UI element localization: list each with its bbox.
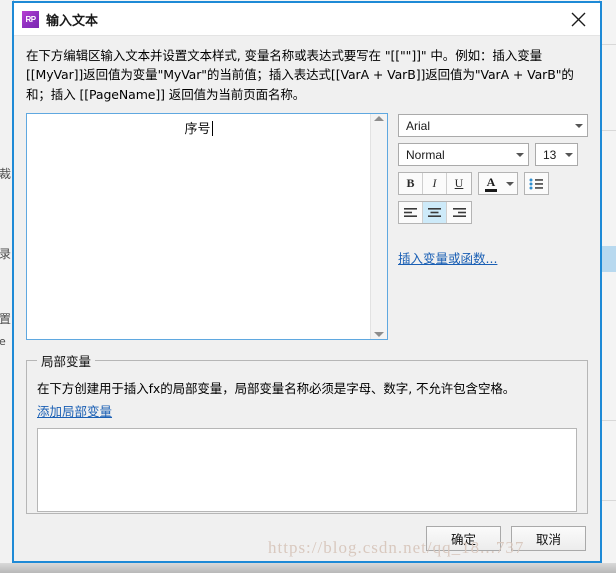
italic-label: I — [432, 176, 437, 191]
background-ghost-char: 录 — [0, 247, 12, 261]
dialog-footer: 确定 取消 — [14, 515, 600, 561]
font-family-row: Arial — [398, 114, 588, 138]
text-caret — [211, 121, 213, 137]
font-style-value: Normal — [406, 147, 445, 162]
font-color-glyph: A — [486, 174, 496, 189]
close-icon[interactable] — [556, 4, 600, 35]
align-right-button[interactable] — [447, 202, 471, 224]
local-variables-list[interactable] — [37, 428, 577, 513]
dialog-description: 在下方编辑区输入文本并设置文本样式, 变量名称或表达式要写在 "[[""]]" … — [26, 48, 574, 102]
add-local-variable-link[interactable]: 添加局部变量 — [37, 404, 112, 419]
editor-and-toolbox-row: 序号 Arial Normal 13 B I U A 插入变量或函数... — [26, 113, 588, 341]
text-editor-input[interactable]: 序号 — [27, 114, 370, 339]
align-center-button[interactable] — [423, 202, 447, 224]
dialog-body: 在下方编辑区输入文本并设置文本样式, 变量名称或表达式要写在 "[[""]]" … — [14, 36, 600, 561]
cancel-button[interactable]: 取消 — [511, 525, 586, 551]
font-color-swatch — [485, 188, 497, 192]
dialog-titlebar: RP 输入文本 — [14, 3, 600, 36]
formatting-toolbox: Arial Normal 13 B I U A 插入变量或函数... — [398, 113, 588, 268]
italic-button[interactable]: I — [423, 173, 447, 195]
font-size-value: 13 — [543, 147, 557, 162]
app-icon-label: RP — [25, 14, 36, 24]
align-right-icon — [452, 208, 466, 218]
background-selected-row — [600, 246, 616, 272]
underline-button[interactable]: U — [447, 173, 471, 195]
local-variables-description: 在下方创建用于插入fx的局部变量，局部变量名称必须是字母、数字, 不允许包含空格… — [37, 381, 516, 397]
font-style-select[interactable]: Normal — [398, 143, 529, 167]
align-left-button[interactable] — [399, 202, 423, 224]
background-ghost-char: 置 — [0, 312, 12, 326]
font-style-size-row: Normal 13 — [398, 143, 588, 167]
align-center-icon — [428, 208, 441, 218]
underline-label: U — [454, 176, 464, 191]
axure-rp-app-icon: RP — [22, 10, 39, 28]
font-family-select[interactable]: Arial — [398, 114, 588, 138]
chevron-down-icon — [565, 152, 573, 157]
bold-button[interactable]: B — [399, 173, 423, 195]
background-ghost-char: 裁 — [0, 167, 12, 181]
background-bottom-shadow — [0, 563, 616, 573]
bold-italic-underline-group: B I U — [398, 172, 472, 196]
text-alignment-row — [398, 201, 588, 225]
scroll-up-icon[interactable] — [374, 116, 384, 122]
insert-variable-or-function-link[interactable]: 插入变量或函数... — [398, 248, 497, 267]
alignment-group — [398, 201, 472, 225]
editor-text-content: 序号 — [184, 122, 211, 138]
chevron-down-icon — [506, 181, 514, 186]
text-style-row: B I U A — [398, 172, 588, 196]
font-family-value: Arial — [406, 118, 431, 133]
font-color-button[interactable]: A — [478, 172, 518, 196]
font-size-select[interactable]: 13 — [535, 143, 578, 167]
dialog-title: 输入文本 — [46, 13, 99, 29]
bullet-list-button[interactable] — [524, 172, 549, 196]
chevron-down-icon — [516, 152, 524, 157]
rich-text-editor[interactable]: 序号 — [26, 113, 388, 341]
scroll-down-icon[interactable] — [374, 332, 384, 338]
background-ghost-char: e — [0, 336, 6, 347]
bold-label: B — [406, 176, 415, 191]
bullet-list-icon — [529, 178, 543, 190]
insert-text-dialog: RP 输入文本 在下方编辑区输入文本并设置文本样式, 变量名称或表达式要写在 "… — [12, 1, 602, 563]
chevron-down-icon — [575, 123, 583, 128]
local-variables-section: 局部变量 在下方创建用于插入fx的局部变量，局部变量名称必须是字母、数字, 不允… — [26, 351, 588, 515]
align-left-icon — [404, 208, 417, 218]
font-color-icon: A — [482, 176, 500, 192]
ok-button[interactable]: 确定 — [426, 525, 501, 551]
editor-vertical-scrollbar[interactable] — [370, 114, 387, 340]
local-variables-legend: 局部变量 — [41, 354, 92, 370]
